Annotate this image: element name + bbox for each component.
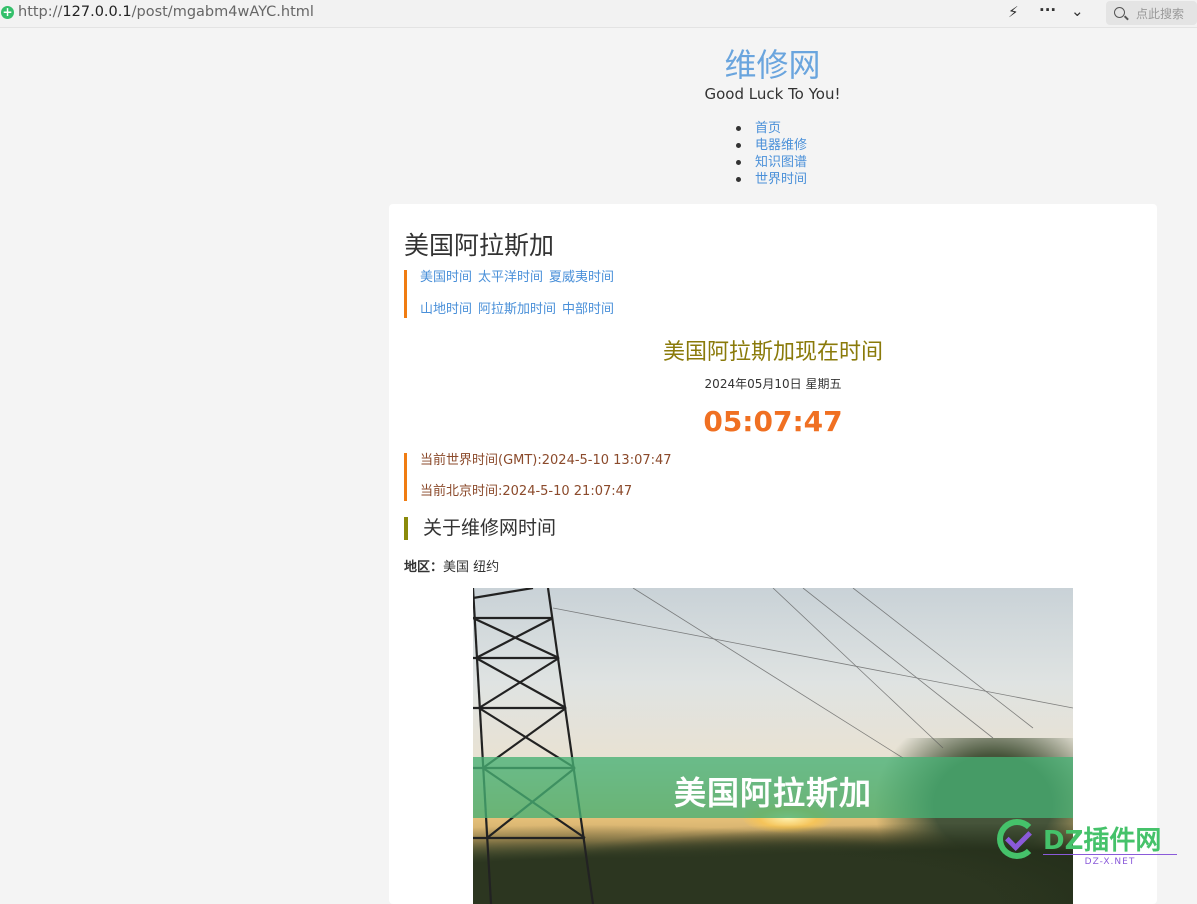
more-icon[interactable]: ··· bbox=[1039, 1, 1056, 19]
main-nav: 首页 电器维修 知识图谱 世界时间 bbox=[735, 120, 807, 188]
url-host: 127.0.0.1 bbox=[62, 4, 132, 20]
reference-times: 当前世界时间(GMT):2024-5-10 13:07:47 当前北京时间:20… bbox=[404, 453, 672, 501]
nav-item-world-time[interactable]: 世界时间 bbox=[735, 171, 807, 188]
nav-item-appliance-repair[interactable]: 电器维修 bbox=[735, 137, 807, 154]
nav-item-knowledge-graph[interactable]: 知识图谱 bbox=[735, 154, 807, 171]
clock-display: 05:07:47 bbox=[703, 405, 843, 438]
image-banner-text: 美国阿拉斯加 bbox=[673, 774, 872, 812]
beijing-time: 当前北京时间:2024-5-10 21:07:47 bbox=[420, 484, 633, 499]
region-value: 美国 纽约 bbox=[443, 560, 500, 575]
current-date: 2024年05月10日 星期五 bbox=[704, 377, 842, 391]
tz-link-alaska[interactable]: 阿拉斯加时间 bbox=[478, 302, 556, 317]
nav-item-home[interactable]: 首页 bbox=[735, 120, 807, 137]
watermark-text: DZ插件网 bbox=[1043, 826, 1162, 856]
address-bar[interactable]: http://127.0.0.1/post/mgabm4wAYC.html bbox=[18, 4, 314, 20]
pylon-illustration bbox=[473, 588, 1073, 904]
site-tagline: Good Luck To You! bbox=[704, 85, 841, 103]
tz-link-us[interactable]: 美国时间 bbox=[420, 270, 472, 285]
about-heading: 关于维修网时间 bbox=[404, 517, 556, 540]
site-title[interactable]: 维修网 bbox=[590, 40, 955, 86]
lightning-icon[interactable]: ⚡ bbox=[1008, 3, 1019, 21]
watermark-logo: DZ插件网 DZ-X.NET bbox=[997, 816, 1197, 876]
region-label: 地区： bbox=[404, 560, 444, 575]
post-card: 美国阿拉斯加 美国时间 太平洋时间 夏威夷时间 山地时间 阿拉斯加时间 中部时间 美国阿… bbox=[389, 204, 1157, 904]
search-placeholder: 点此搜索 bbox=[1136, 7, 1185, 21]
hero-image: 美国阿拉斯加 bbox=[473, 588, 1073, 904]
browser-toolbar: + http://127.0.0.1/post/mgabm4wAYC.html … bbox=[0, 0, 1197, 28]
tz-link-mountain[interactable]: 山地时间 bbox=[420, 302, 472, 317]
search-icon bbox=[1114, 7, 1125, 18]
timezone-links-row: 美国时间 太平洋时间 夏威夷时间 bbox=[420, 270, 620, 302]
gmt-time: 当前世界时间(GMT):2024-5-10 13:07:47 bbox=[420, 453, 672, 468]
tz-link-hawaii[interactable]: 夏威夷时间 bbox=[549, 270, 614, 285]
chevron-down-icon[interactable]: ⌄ bbox=[1071, 2, 1084, 20]
url-scheme: http:// bbox=[18, 4, 63, 20]
region-info: 地区：美国 纽约 bbox=[404, 556, 499, 575]
browser-search-box[interactable]: 点此搜索 bbox=[1106, 1, 1197, 25]
timezone-links-row: 山地时间 阿拉斯加时间 中部时间 bbox=[420, 302, 620, 334]
tz-link-pacific[interactable]: 太平洋时间 bbox=[478, 270, 543, 285]
url-path: /post/mgabm4wAYC.html bbox=[131, 4, 314, 20]
current-time-heading: 美国阿拉斯加现在时间 bbox=[662, 340, 883, 365]
timezone-links: 美国时间 太平洋时间 夏威夷时间 山地时间 阿拉斯加时间 中部时间 bbox=[404, 270, 620, 318]
tz-link-central[interactable]: 中部时间 bbox=[562, 302, 614, 317]
site-info-icon[interactable]: + bbox=[1, 6, 14, 19]
post-title: 美国阿拉斯加 bbox=[404, 231, 555, 260]
watermark-subtext: DZ-X.NET bbox=[1043, 854, 1177, 867]
